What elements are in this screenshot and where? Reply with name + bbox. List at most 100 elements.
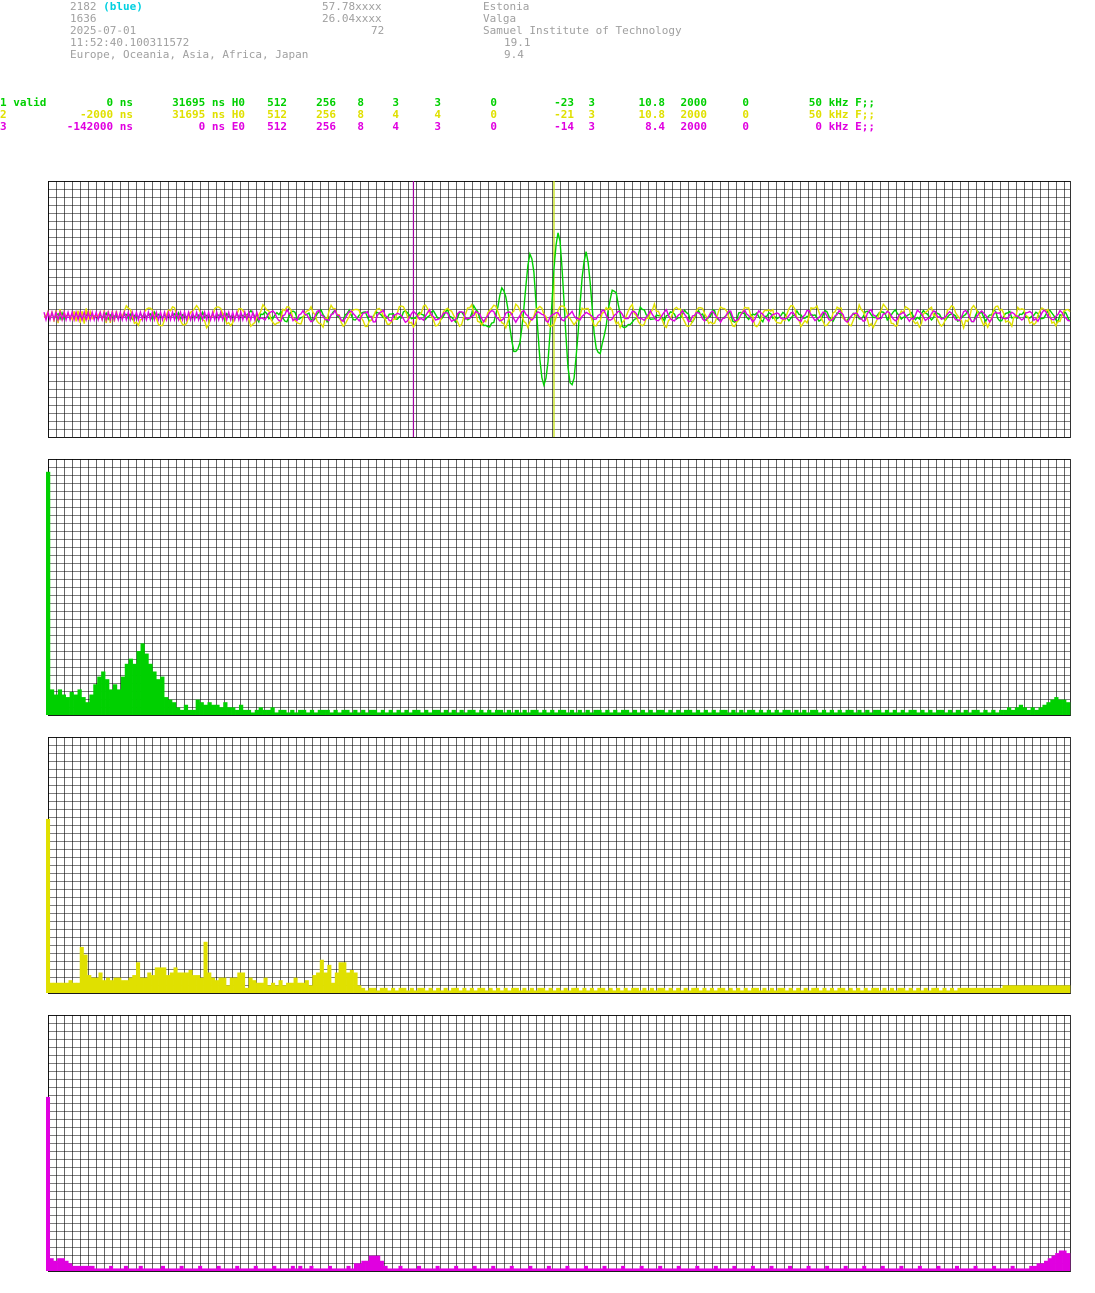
spectrum-2-bar: [949, 987, 955, 993]
spectrum-2-bar: [98, 972, 103, 993]
spectrum-1-bar: [491, 712, 496, 715]
spectrum-2-bar: [297, 982, 302, 993]
spectrum-1-bar: [175, 707, 181, 715]
spectrum-2-bar: [856, 987, 861, 993]
spectrum-3-bar: [791, 1268, 796, 1271]
spectrum-1-bar: [569, 709, 575, 715]
spectrum-1-bar: [416, 709, 421, 715]
spectrum-2-bar: [852, 990, 857, 993]
spectrum-2-bar: [601, 987, 606, 993]
spectrum-3-bar: [261, 1268, 266, 1271]
spectrum-3-bar: [780, 1268, 785, 1271]
spectrum-2-bar: [68, 980, 73, 993]
spectrum-3-bar: [246, 1268, 251, 1271]
spectrum-3-bar: [832, 1268, 837, 1271]
spectrum-3-bar: [743, 1268, 748, 1271]
spectrum-3-bar: [361, 1260, 366, 1271]
spectrum-3-bar: [561, 1268, 566, 1271]
spectrum-3-bar: [624, 1268, 629, 1271]
spectrum-3-bar: [142, 1268, 147, 1271]
spectrum-2-bar: [657, 987, 662, 993]
spectrum-3-bar: [483, 1268, 488, 1271]
spectrum-2-bar: [1032, 985, 1037, 993]
spectrum-3-bar: [509, 1265, 514, 1271]
panel-grid-4: [48, 1015, 1071, 1272]
spectrum-2-bar: [721, 987, 726, 993]
spectrum-3-bar: [257, 1268, 262, 1271]
spectrum-1-bar: [187, 709, 193, 715]
spectrum-1-bar: [325, 709, 330, 715]
spectrum-1-bar: [711, 709, 716, 715]
spectrum-2-bar: [143, 977, 148, 993]
spectrum-3-bar: [64, 1260, 69, 1271]
spectrum-1-bar: [892, 709, 898, 715]
spectrum-1-bar: [69, 691, 74, 715]
spectrum-2-bar: [544, 990, 549, 993]
spectrum-3-bar: [1062, 1250, 1067, 1271]
spectrum-1-bar: [719, 709, 724, 715]
spectrum-3-bar: [216, 1265, 221, 1271]
spectrum-2-bar: [781, 987, 786, 993]
spectrum-2-bar: [691, 987, 696, 993]
spectrum-3-bar: [936, 1265, 941, 1271]
spectrum-2-bar: [646, 990, 651, 993]
spectrum-1-bar: [778, 712, 783, 715]
spectrum-1-bar: [861, 712, 866, 715]
spectrum-2-bar: [919, 990, 925, 993]
spectrum-2-bar: [814, 987, 819, 993]
spectrum-2-bar: [803, 987, 808, 993]
spectrum-3-bar: [146, 1268, 151, 1271]
spectrum-2-bar: [196, 975, 201, 993]
spectrum-3-bar: [442, 1268, 447, 1271]
spectrum-3-bar: [517, 1268, 522, 1271]
spectrum-3-bar: [980, 1268, 985, 1271]
spectrum-3-bar: [446, 1268, 451, 1271]
spectrum-1-bar: [955, 709, 961, 715]
spectrum-1-bar: [227, 707, 232, 715]
spectrum-3-bar: [524, 1268, 529, 1271]
spectrum-3-bar: [183, 1268, 188, 1271]
spectrum-3-bar: [1044, 1260, 1049, 1271]
spectrum-1-bar: [770, 712, 775, 715]
spectrum-1-bar: [660, 709, 665, 715]
spectrum-2-bar: [338, 962, 343, 993]
spectrum-1-bar: [274, 712, 279, 715]
spectrum-1-bar: [550, 709, 555, 715]
spectrum-1-bar: [250, 712, 256, 715]
spectrum-1-bar: [219, 707, 224, 715]
spectrum-3-bar: [799, 1268, 804, 1271]
spectrum-2-bar: [278, 980, 283, 993]
spectrum-2-bar: [274, 985, 279, 993]
spectrum-2-bar: [889, 987, 895, 993]
spectrum-3-bar: [79, 1265, 84, 1271]
spectrum-2-bar: [229, 977, 234, 993]
spectrum-2-bar: [826, 990, 831, 993]
spectrum-1-bar: [672, 712, 677, 715]
spectrum-2-bar: [147, 972, 152, 993]
spectrum-1-bar: [971, 709, 976, 715]
spectrum-2-bar: [154, 967, 159, 993]
spectrum-3-bar: [357, 1263, 362, 1271]
spectrum-3-bar: [302, 1268, 307, 1271]
spectrum-1-bar: [160, 676, 165, 715]
spectrum-3-bar: [543, 1268, 548, 1271]
spectrum-1-bar: [821, 709, 827, 715]
spectrum-2-bar: [1047, 985, 1052, 993]
spectrum-1-bar: [613, 709, 618, 715]
spectrum-2-bar: [496, 987, 501, 993]
spectrum-2-bar: [289, 982, 294, 993]
spectrum-1-bar: [85, 702, 90, 715]
spectrum-1-bar: [337, 712, 342, 715]
spectrum-3-bar: [49, 1258, 54, 1271]
spectrum-1-bar: [400, 712, 405, 715]
spectrum-2-bar: [668, 987, 673, 993]
spectrum-3-bar: [409, 1268, 414, 1271]
spectrum-2-bar: [361, 987, 366, 993]
spectrum-2-bar: [1021, 985, 1026, 993]
spectrum-1-bar: [412, 709, 417, 715]
spectrum-1-bar: [762, 712, 768, 715]
spectrum-2-bar: [777, 987, 782, 993]
spectrum-1-bar: [475, 712, 480, 715]
spectrum-2-bar: [844, 990, 849, 993]
spectrum-2-bar: [514, 987, 519, 993]
